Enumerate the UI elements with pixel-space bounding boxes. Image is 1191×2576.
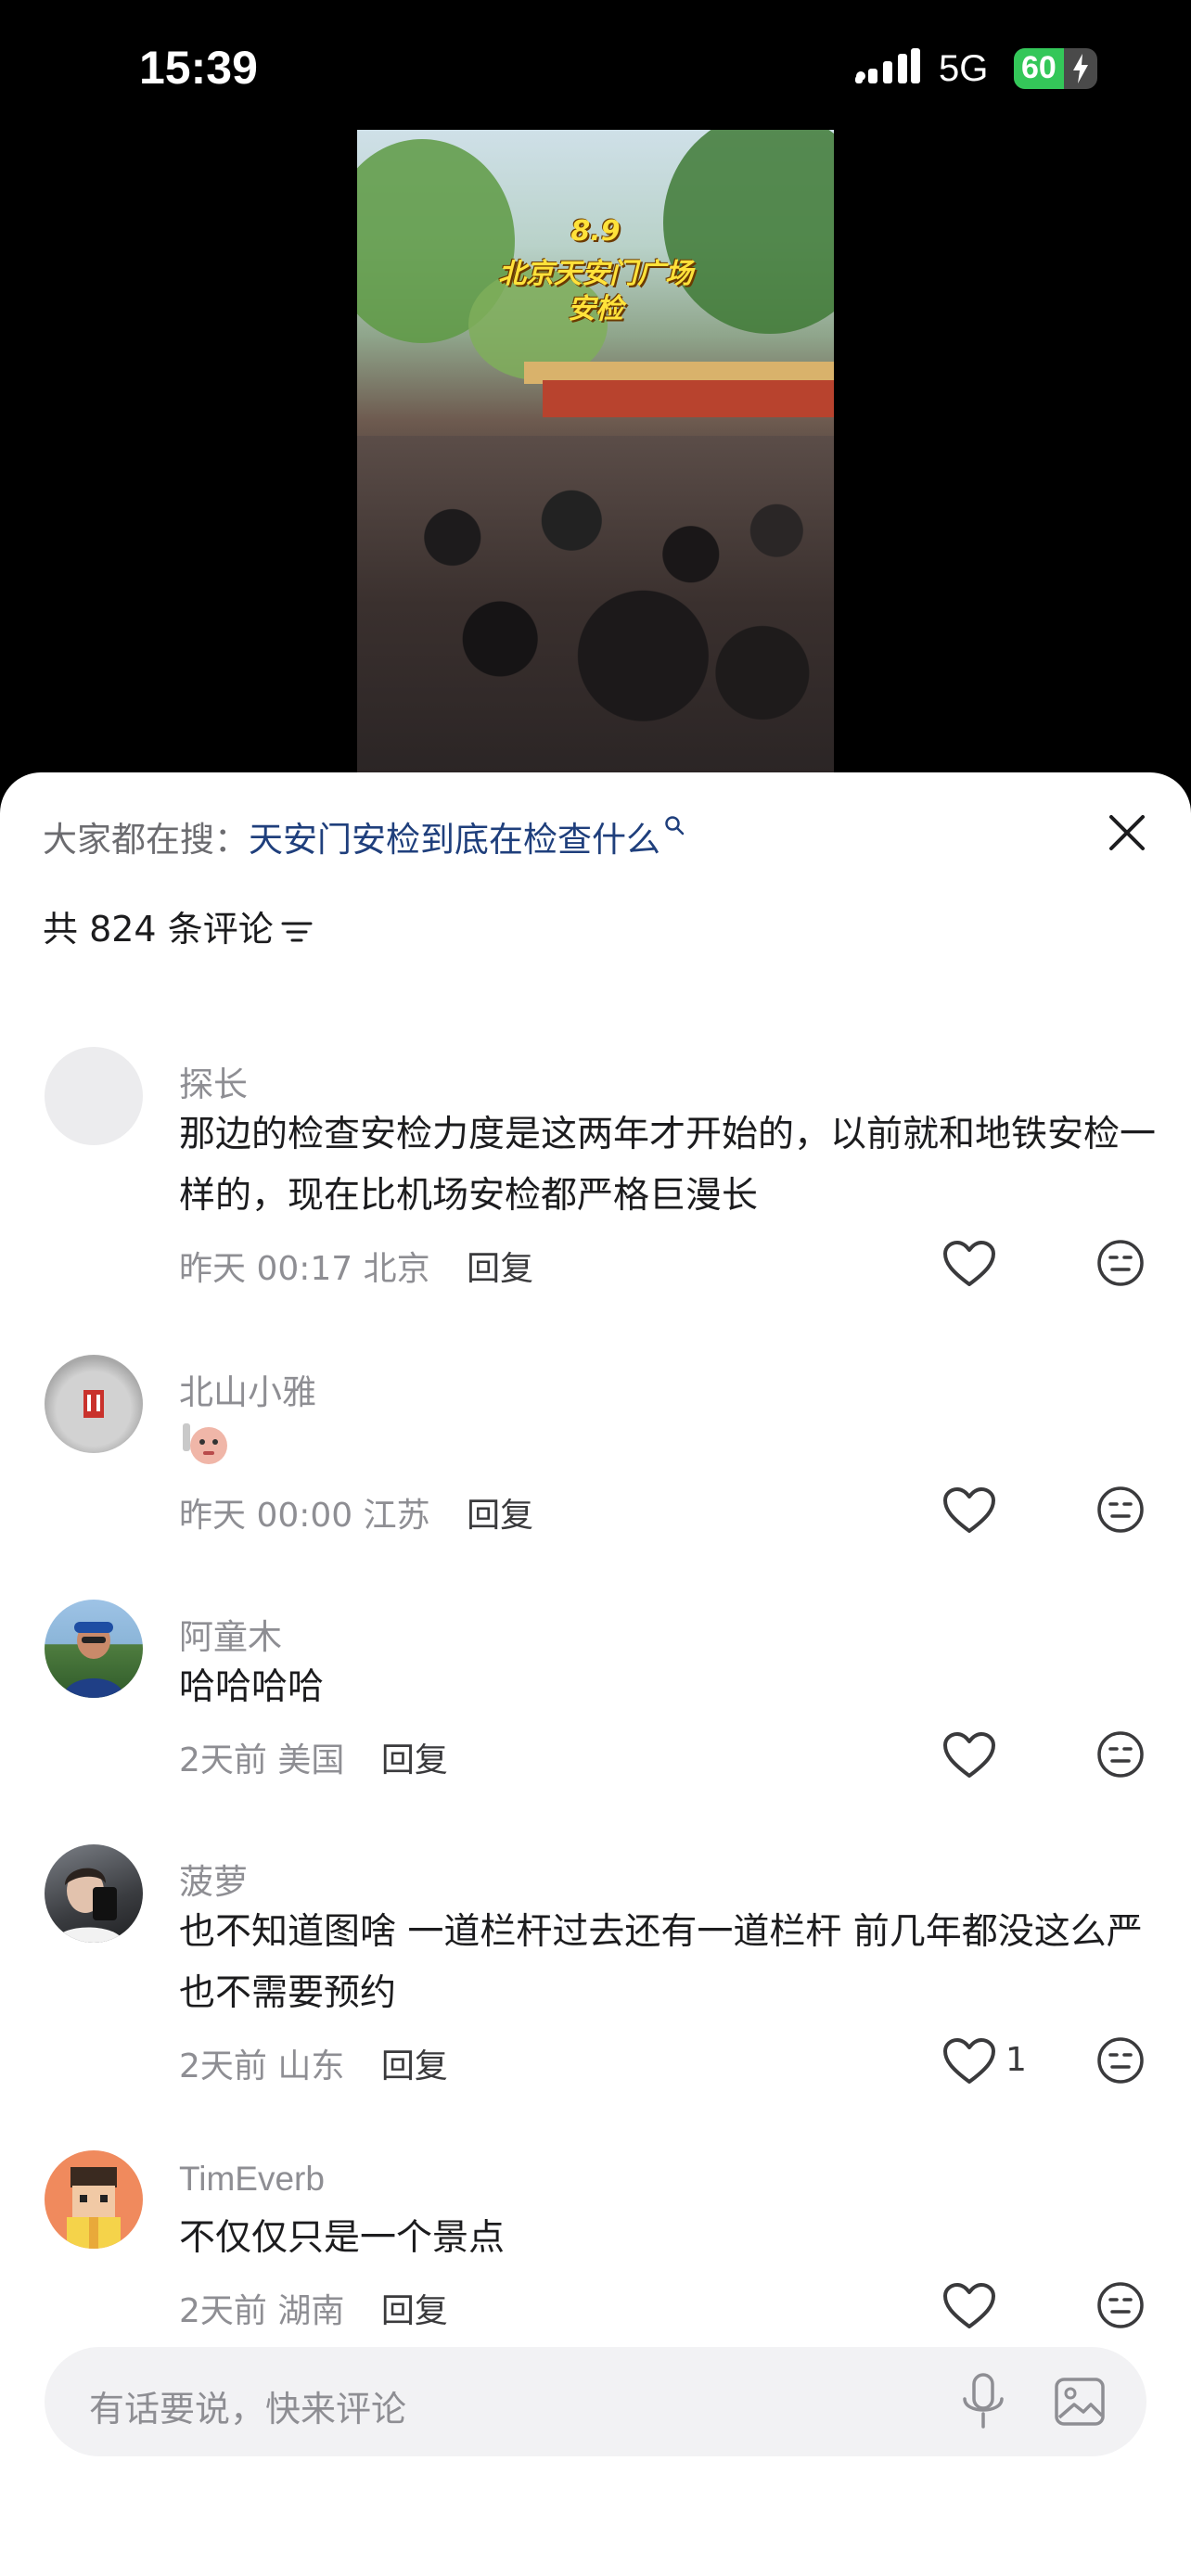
avatar[interactable] [45,1355,143,1453]
status-time: 15:39 [139,42,258,94]
sticker-emoji-icon [183,1423,227,1464]
comment-text[interactable]: 哈哈哈哈 [179,1657,1162,1718]
sort-lines-icon[interactable] [281,918,313,946]
comments-sheet: 大家都在搜：天安门安检到底在检查什么 共 824 条评论 探长 那边的检查安检力… [0,772,1191,2576]
microphone-icon[interactable] [959,2373,1007,2430]
comment-text[interactable]: 不仅仅只是一个景点 [179,2208,1162,2269]
comment-username[interactable]: 探长 [179,1056,248,1106]
close-icon[interactable] [1104,810,1150,856]
trending-search-link[interactable]: 天安门安检到底在检查什么 [249,820,660,860]
comment-location: 北京 [363,1250,430,1288]
image-picker-icon[interactable] [1054,2377,1106,2427]
comment-location: 山东 [277,2047,345,2085]
comment-input-placeholder: 有话要说，快来评论 [89,2389,407,2429]
comment-count-text: 共 824 条评论 [43,909,274,950]
battery-level: 60 [1021,50,1057,85]
search-icon [665,816,685,835]
heart-icon[interactable] [942,2282,996,2330]
comment-text[interactable]: 也不知道图啥 一道栏杆过去还有一道栏杆 前几年都没这么严也不需要预约 [179,1902,1162,2024]
video-scene-crowd [357,436,834,774]
reply-button[interactable]: 回复 [467,1250,533,1288]
comment-text[interactable]: 那边的检查安检力度是这两年才开始的，以前就和地铁安检一样的，现在比机场安检都严格… [179,1104,1162,1227]
charging-bolt-icon [1073,54,1088,83]
battery-indicator: 60 [1014,48,1097,89]
status-bar: 15:39 5G 60 [0,0,1191,139]
comment-input[interactable]: 有话要说，快来评论 [45,2347,1146,2456]
comment-meta: 2天前 湖南 回复 [179,2284,448,2332]
comment-meta: 2天前 山东 回复 [179,2039,448,2087]
comment-meta: 2天前 美国 回复 [179,1733,448,1781]
comment-meta: 昨天 00:00 江苏 回复 [179,1488,533,1537]
network-type: 5G [939,48,989,89]
comment-location: 江苏 [363,1497,430,1535]
avatar[interactable] [45,1047,143,1145]
trending-search[interactable]: 大家都在搜：天安门安检到底在检查什么 [43,811,685,861]
reply-button[interactable]: 回复 [381,2292,448,2330]
avatar[interactable] [45,1600,143,1698]
emoji-reaction-icon[interactable] [1095,2280,1146,2330]
heart-icon[interactable] [942,1731,996,1779]
trending-search-label: 大家都在搜： [43,820,249,860]
emoji-reaction-icon[interactable] [1095,2035,1146,2085]
avatar-pixel-character-icon [67,2167,121,2249]
reply-button[interactable]: 回复 [381,2047,448,2085]
video-scene-banner [543,380,834,417]
comment-username[interactable]: 菠萝 [179,1854,248,1904]
video-caption-subtitle: 安检 [568,293,623,325]
avatar-graphic-icon [83,1390,104,1418]
comment-meta: 昨天 00:17 北京 回复 [179,1242,533,1290]
comment-location: 美国 [277,1741,345,1779]
emoji-reaction-icon[interactable] [1095,1238,1146,1288]
emoji-reaction-icon[interactable] [1095,1729,1146,1779]
reply-button[interactable]: 回复 [381,1741,448,1779]
video-caption-date: 8.9 [570,215,621,248]
comment-time: 2天前 [179,1741,267,1779]
heart-icon[interactable] [942,1240,996,1288]
video-player[interactable]: 8.9 北京天安门广场 安检 [357,130,834,774]
home-indicator-area [0,2569,1191,2576]
avatar-person-icon [54,1868,124,1943]
heart-icon[interactable] [942,1486,996,1535]
reply-button[interactable]: 回复 [467,1497,533,1535]
avatar[interactable] [45,2150,143,2249]
avatar-person-icon [63,1622,124,1698]
like-count: 1 [1005,2041,1027,2079]
emoji-reaction-icon[interactable] [1095,1485,1146,1535]
comment-time: 2天前 [179,2047,267,2085]
comment-time: 2天前 [179,2292,267,2330]
comment-username[interactable]: 阿童木 [179,1609,282,1659]
comment-location: 湖南 [277,2292,345,2330]
comment-time: 昨天 00:17 [179,1250,353,1288]
comment-username[interactable]: TimEverb [179,2160,325,2199]
heart-icon[interactable] [942,2037,996,2085]
comment-time: 昨天 00:00 [179,1497,353,1535]
cellular-signal-icon [855,48,920,83]
comment-count[interactable]: 共 824 条评论 [43,900,313,951]
avatar[interactable] [45,1844,143,1943]
comment-username[interactable]: 北山小雅 [179,1364,316,1414]
